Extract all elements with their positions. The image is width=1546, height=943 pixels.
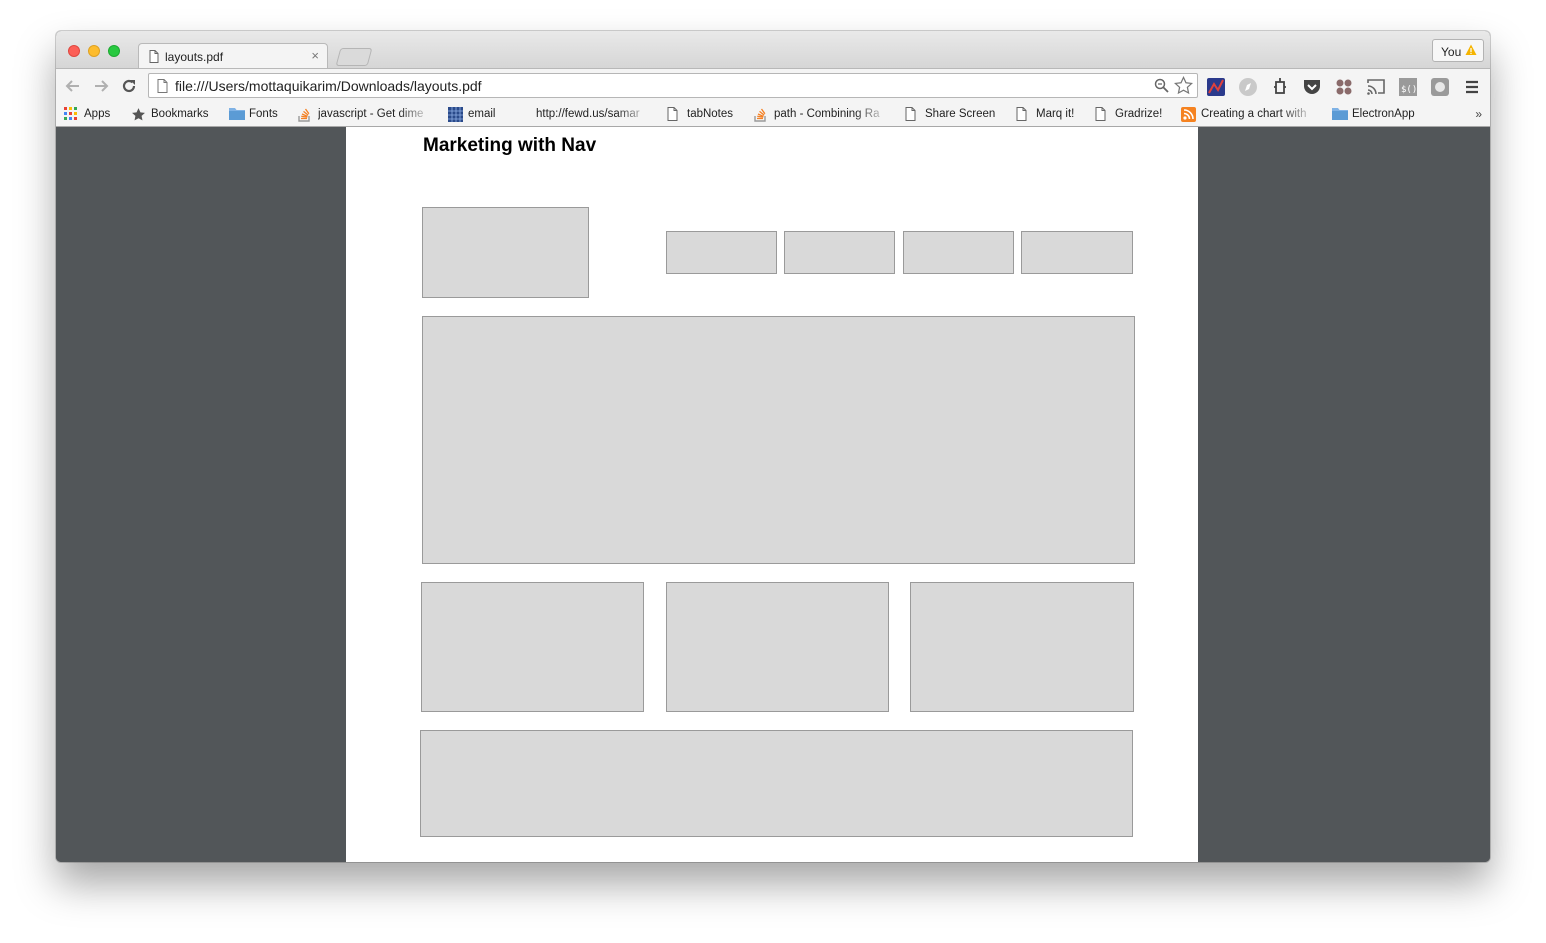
bookmark-javascript[interactable]: javascript - Get dime [298, 106, 433, 124]
logo-placeholder [422, 207, 589, 298]
grid-calendar-icon [448, 107, 463, 125]
feature-card-placeholder [910, 582, 1134, 712]
forward-arrow-icon[interactable] [92, 77, 110, 95]
feature-card-placeholder [421, 582, 644, 712]
bookmark-label: Bookmarks [151, 108, 209, 120]
bookmark-label: Apps [84, 108, 111, 120]
stackoverflow-icon [298, 107, 312, 125]
bookmark-label: Creating a chart with [1201, 108, 1307, 120]
bookmark-fonts[interactable]: Fonts [229, 106, 289, 124]
pocket-icon[interactable] [1302, 77, 1322, 97]
rss-icon [1181, 107, 1196, 125]
bookmark-star-icon[interactable] [1173, 75, 1194, 100]
cast-icon[interactable] [1366, 77, 1386, 97]
bookmark-label: tabNotes [687, 108, 734, 120]
document-title: Marketing with Nav [423, 135, 597, 156]
bookmark-apps[interactable]: Apps [64, 106, 124, 124]
apps-grid-icon [64, 107, 78, 124]
bookmark-label: Gradrize! [1115, 108, 1163, 120]
pdf-page: Marketing with Nav [346, 127, 1198, 862]
profile-button[interactable]: You [1432, 39, 1484, 62]
tab-strip: layouts.pdf × You [56, 31, 1490, 69]
bookmark-label: ElectronApp [1352, 108, 1415, 120]
toolbar: file:///Users/mottaquikarim/Downloads/la… [56, 68, 1490, 103]
bookmark-creating-chart[interactable]: Creating a chart with [1181, 106, 1321, 124]
bookmark-path-combining[interactable]: path - Combining Ra [754, 106, 889, 124]
bookmark-label: Marq it! [1036, 108, 1075, 120]
bookmark-label: Fonts [249, 108, 278, 120]
folder-icon [229, 107, 245, 123]
bookmark-label: Share Screen [925, 108, 996, 120]
nav-item-placeholder [1021, 231, 1133, 274]
bookmark-label: email [468, 108, 496, 120]
hero-placeholder [422, 316, 1135, 564]
bookmark-email[interactable]: email [448, 106, 518, 124]
page-icon [157, 79, 168, 98]
bookmark-electronapp[interactable]: ElectronApp [1332, 106, 1427, 124]
new-tab-button[interactable] [335, 48, 373, 66]
extension-compass-icon[interactable] [1238, 77, 1258, 97]
address-bar[interactable]: file:///Users/mottaquikarim/Downloads/la… [148, 73, 1198, 98]
stackoverflow-icon [754, 107, 768, 125]
page-icon [1016, 107, 1027, 124]
extension-terminal-icon[interactable]: $() [1398, 77, 1418, 97]
bookmark-bookmarks[interactable]: Bookmarks [131, 106, 226, 124]
footer-placeholder [420, 730, 1133, 837]
extension-chart-icon[interactable] [1206, 77, 1226, 97]
extension-puzzle-icon[interactable] [1270, 77, 1290, 97]
svg-text:$(): $() [1401, 85, 1417, 95]
page-icon [667, 107, 678, 124]
bookmark-fewd[interactable]: http://fewd.us/samar [516, 106, 651, 124]
page-icon [905, 107, 916, 124]
nav-item-placeholder [784, 231, 895, 274]
profile-name: You [1441, 45, 1462, 59]
minimize-window-button[interactable] [88, 45, 100, 57]
address-url: file:///Users/mottaquikarim/Downloads/la… [175, 78, 482, 94]
star-icon [131, 107, 146, 125]
pdf-viewer[interactable]: Marketing with Nav [56, 127, 1490, 862]
bookmark-share-screen[interactable]: Share Screen [905, 106, 1005, 124]
warning-icon [1465, 44, 1477, 59]
bookmarks-overflow-chevron-icon[interactable]: » [1475, 107, 1482, 121]
page-icon [1095, 107, 1106, 124]
bookmark-label: path - Combining Ra [774, 108, 880, 120]
extension-square-icon[interactable] [1430, 77, 1450, 97]
bookmark-gradrize[interactable]: Gradrize! [1095, 106, 1170, 124]
tab-layouts-pdf[interactable]: layouts.pdf × [138, 43, 328, 69]
folder-icon [1332, 107, 1348, 123]
tab-close-icon[interactable]: × [311, 48, 319, 63]
close-window-button[interactable] [68, 45, 80, 57]
maximize-window-button[interactable] [108, 45, 120, 57]
tab-title: layouts.pdf [165, 50, 224, 64]
nav-item-placeholder [903, 231, 1014, 274]
bookmarks-bar: Apps Bookmarks Fonts javascript - Get di… [56, 103, 1490, 127]
browser-window: layouts.pdf × You file:///Users/mottaqui… [56, 31, 1490, 862]
menu-icon[interactable] [1462, 77, 1482, 97]
nav-item-placeholder [666, 231, 777, 274]
reload-icon[interactable] [120, 77, 138, 95]
back-arrow-icon[interactable] [64, 77, 82, 95]
bookmark-label: javascript - Get dime [318, 108, 424, 120]
extension-dots-icon[interactable] [1334, 77, 1354, 97]
zoom-icon[interactable] [1154, 78, 1169, 98]
bookmark-marq-it[interactable]: Marq it! [1016, 106, 1086, 124]
feature-card-placeholder [666, 582, 889, 712]
bookmark-tabnotes[interactable]: tabNotes [667, 106, 747, 124]
page-icon [149, 50, 159, 68]
bookmark-label: http://fewd.us/samar [536, 108, 640, 120]
